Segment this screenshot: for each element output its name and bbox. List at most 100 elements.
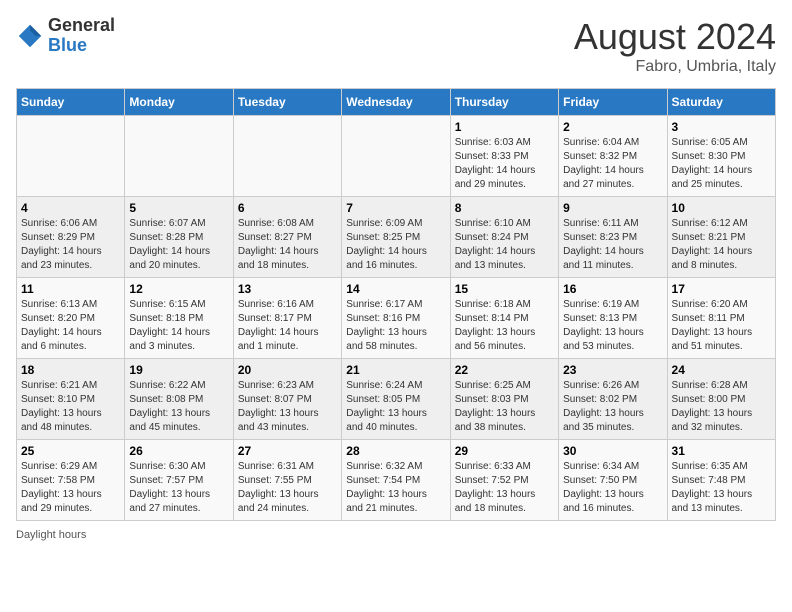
day-info: Sunrise: 6:26 AM Sunset: 8:02 PM Dayligh… bbox=[563, 379, 662, 435]
day-number: 23 bbox=[563, 363, 662, 377]
calendar-day-header: Monday bbox=[125, 89, 233, 116]
footer: Daylight hours bbox=[16, 529, 776, 541]
day-number: 1 bbox=[455, 120, 554, 134]
day-info: Sunrise: 6:33 AM Sunset: 7:52 PM Dayligh… bbox=[455, 460, 554, 516]
calendar-header-row: SundayMondayTuesdayWednesdayThursdayFrid… bbox=[17, 89, 776, 116]
day-number: 20 bbox=[238, 363, 337, 377]
calendar-day-cell: 31Sunrise: 6:35 AM Sunset: 7:48 PM Dayli… bbox=[667, 440, 775, 521]
calendar-day-cell: 12Sunrise: 6:15 AM Sunset: 8:18 PM Dayli… bbox=[125, 278, 233, 359]
day-number: 27 bbox=[238, 444, 337, 458]
calendar-day-cell: 10 Sunrise: 6:12 AM Sunset: 8:21 PM Dayli… bbox=[667, 197, 775, 278]
calendar-day-header: Tuesday bbox=[233, 89, 341, 116]
day-number: 26 bbox=[129, 444, 228, 458]
day-info: Sunrise: 6:10 AM Sunset: 8:24 PM Dayligh… bbox=[455, 217, 554, 273]
day-number: 21 bbox=[346, 363, 445, 377]
day-number: 28 bbox=[346, 444, 445, 458]
day-info: Sunrise: 6:24 AM Sunset: 8:05 PM Dayligh… bbox=[346, 379, 445, 435]
day-info: Sunrise: 6:16 AM Sunset: 8:17 PM Dayligh… bbox=[238, 298, 337, 354]
calendar-day-cell: 17Sunrise: 6:20 AM Sunset: 8:11 PM Dayli… bbox=[667, 278, 775, 359]
day-number: 8 bbox=[455, 201, 554, 215]
day-info: Sunrise: 6:12 AM Sunset: 8:21 PM Dayligh… bbox=[672, 217, 771, 273]
day-info: Sunrise: 6:19 AM Sunset: 8:13 PM Dayligh… bbox=[563, 298, 662, 354]
day-number: 25 bbox=[21, 444, 120, 458]
day-number: 16 bbox=[563, 282, 662, 296]
calendar-day-cell: 9 Sunrise: 6:11 AM Sunset: 8:23 PM Daylig… bbox=[559, 197, 667, 278]
calendar-day-header: Wednesday bbox=[342, 89, 450, 116]
calendar-day-cell: 11 Sunrise: 6:13 AM Sunset: 8:20 PM Dayli… bbox=[17, 278, 125, 359]
day-number: 2 bbox=[563, 120, 662, 134]
calendar-week-row: 1 Sunrise: 6:03 AM Sunset: 8:33 PM Daylig… bbox=[17, 116, 776, 197]
day-info: Sunrise: 6:05 AM Sunset: 8:30 PM Dayligh… bbox=[672, 136, 771, 192]
calendar-day-cell: 20 Sunrise: 6:23 AM Sunset: 8:07 PM Dayli… bbox=[233, 359, 341, 440]
calendar-week-row: 11 Sunrise: 6:13 AM Sunset: 8:20 PM Dayli… bbox=[17, 278, 776, 359]
calendar-day-cell bbox=[342, 116, 450, 197]
day-info: Sunrise: 6:20 AM Sunset: 8:11 PM Dayligh… bbox=[672, 298, 771, 354]
day-info: Sunrise: 6:15 AM Sunset: 8:18 PM Dayligh… bbox=[129, 298, 228, 354]
day-info: Sunrise: 6:06 AM Sunset: 8:29 PM Dayligh… bbox=[21, 217, 120, 273]
calendar-day-header: Friday bbox=[559, 89, 667, 116]
calendar-day-cell: 27 Sunrise: 6:31 AM Sunset: 7:55 PM Dayli… bbox=[233, 440, 341, 521]
calendar-day-cell bbox=[125, 116, 233, 197]
day-number: 14 bbox=[346, 282, 445, 296]
calendar-day-cell: 28Sunrise: 6:32 AM Sunset: 7:54 PM Dayli… bbox=[342, 440, 450, 521]
day-number: 10 bbox=[672, 201, 771, 215]
location-subtitle: Fabro, Umbria, Italy bbox=[574, 58, 776, 76]
day-info: Sunrise: 6:17 AM Sunset: 8:16 PM Dayligh… bbox=[346, 298, 445, 354]
day-info: Sunrise: 6:13 AM Sunset: 8:20 PM Dayligh… bbox=[21, 298, 120, 354]
day-number: 3 bbox=[672, 120, 771, 134]
logo-general-text: General bbox=[48, 15, 115, 35]
calendar-day-cell: 3 Sunrise: 6:05 AM Sunset: 8:30 PM Daylig… bbox=[667, 116, 775, 197]
day-info: Sunrise: 6:25 AM Sunset: 8:03 PM Dayligh… bbox=[455, 379, 554, 435]
calendar-table: SundayMondayTuesdayWednesdayThursdayFrid… bbox=[16, 88, 776, 521]
day-info: Sunrise: 6:29 AM Sunset: 7:58 PM Dayligh… bbox=[21, 460, 120, 516]
day-info: Sunrise: 6:18 AM Sunset: 8:14 PM Dayligh… bbox=[455, 298, 554, 354]
day-info: Sunrise: 6:30 AM Sunset: 7:57 PM Dayligh… bbox=[129, 460, 228, 516]
day-info: Sunrise: 6:03 AM Sunset: 8:33 PM Dayligh… bbox=[455, 136, 554, 192]
logo-blue-text: Blue bbox=[48, 35, 87, 55]
day-number: 5 bbox=[129, 201, 228, 215]
calendar-day-cell: 23 Sunrise: 6:26 AM Sunset: 8:02 PM Dayli… bbox=[559, 359, 667, 440]
calendar-week-row: 18Sunrise: 6:21 AM Sunset: 8:10 PM Dayli… bbox=[17, 359, 776, 440]
day-info: Sunrise: 6:23 AM Sunset: 8:07 PM Dayligh… bbox=[238, 379, 337, 435]
day-info: Sunrise: 6:34 AM Sunset: 7:50 PM Dayligh… bbox=[563, 460, 662, 516]
day-number: 19 bbox=[129, 363, 228, 377]
day-number: 18 bbox=[21, 363, 120, 377]
calendar-day-cell: 6Sunrise: 6:08 AM Sunset: 8:27 PM Daylig… bbox=[233, 197, 341, 278]
day-number: 9 bbox=[563, 201, 662, 215]
day-info: Sunrise: 6:07 AM Sunset: 8:28 PM Dayligh… bbox=[129, 217, 228, 273]
calendar-day-cell: 13Sunrise: 6:16 AM Sunset: 8:17 PM Dayli… bbox=[233, 278, 341, 359]
day-number: 7 bbox=[346, 201, 445, 215]
calendar-day-cell bbox=[233, 116, 341, 197]
calendar-week-row: 25 Sunrise: 6:29 AM Sunset: 7:58 PM Dayli… bbox=[17, 440, 776, 521]
calendar-day-cell: 16 Sunrise: 6:19 AM Sunset: 8:13 PM Dayli… bbox=[559, 278, 667, 359]
calendar-day-cell: 22 Sunrise: 6:25 AM Sunset: 8:03 PM Dayli… bbox=[450, 359, 558, 440]
logo-text: General Blue bbox=[48, 16, 115, 56]
logo-icon bbox=[16, 22, 44, 50]
calendar-day-cell: 8 Sunrise: 6:10 AM Sunset: 8:24 PM Daylig… bbox=[450, 197, 558, 278]
calendar-day-cell: 21 Sunrise: 6:24 AM Sunset: 8:05 PM Dayli… bbox=[342, 359, 450, 440]
calendar-day-header: Saturday bbox=[667, 89, 775, 116]
day-number: 22 bbox=[455, 363, 554, 377]
page-header: General Blue August 2024 Fabro, Umbria, … bbox=[16, 16, 776, 76]
calendar-day-cell: 30Sunrise: 6:34 AM Sunset: 7:50 PM Dayli… bbox=[559, 440, 667, 521]
calendar-day-cell: 29Sunrise: 6:33 AM Sunset: 7:52 PM Dayli… bbox=[450, 440, 558, 521]
day-info: Sunrise: 6:11 AM Sunset: 8:23 PM Dayligh… bbox=[563, 217, 662, 273]
calendar-day-cell bbox=[17, 116, 125, 197]
day-info: Sunrise: 6:31 AM Sunset: 7:55 PM Dayligh… bbox=[238, 460, 337, 516]
calendar-day-cell: 14 Sunrise: 6:17 AM Sunset: 8:16 PM Dayli… bbox=[342, 278, 450, 359]
day-number: 4 bbox=[21, 201, 120, 215]
month-year-title: August 2024 bbox=[574, 16, 776, 58]
day-number: 24 bbox=[672, 363, 771, 377]
day-number: 11 bbox=[21, 282, 120, 296]
day-number: 15 bbox=[455, 282, 554, 296]
calendar-day-cell: 5 Sunrise: 6:07 AM Sunset: 8:28 PM Daylig… bbox=[125, 197, 233, 278]
calendar-day-header: Thursday bbox=[450, 89, 558, 116]
day-number: 6 bbox=[238, 201, 337, 215]
calendar-day-cell: 24Sunrise: 6:28 AM Sunset: 8:00 PM Dayli… bbox=[667, 359, 775, 440]
title-block: August 2024 Fabro, Umbria, Italy bbox=[574, 16, 776, 76]
day-info: Sunrise: 6:09 AM Sunset: 8:25 PM Dayligh… bbox=[346, 217, 445, 273]
calendar-week-row: 4 Sunrise: 6:06 AM Sunset: 8:29 PM Daylig… bbox=[17, 197, 776, 278]
day-info: Sunrise: 6:04 AM Sunset: 8:32 PM Dayligh… bbox=[563, 136, 662, 192]
calendar-day-cell: 15 Sunrise: 6:18 AM Sunset: 8:14 PM Dayli… bbox=[450, 278, 558, 359]
calendar-day-header: Sunday bbox=[17, 89, 125, 116]
